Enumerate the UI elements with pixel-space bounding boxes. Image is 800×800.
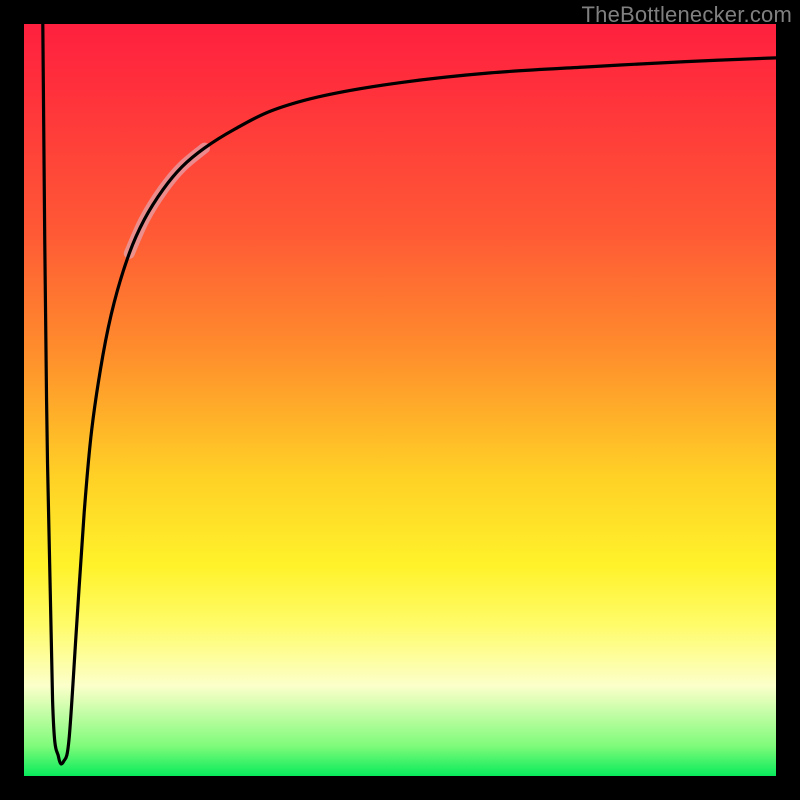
curve-layer [24,24,776,776]
chart-container: TheBottlenecker.com [0,0,800,800]
curve-highlight [129,148,204,253]
plot-area [24,24,776,776]
bottleneck-curve [43,24,776,764]
